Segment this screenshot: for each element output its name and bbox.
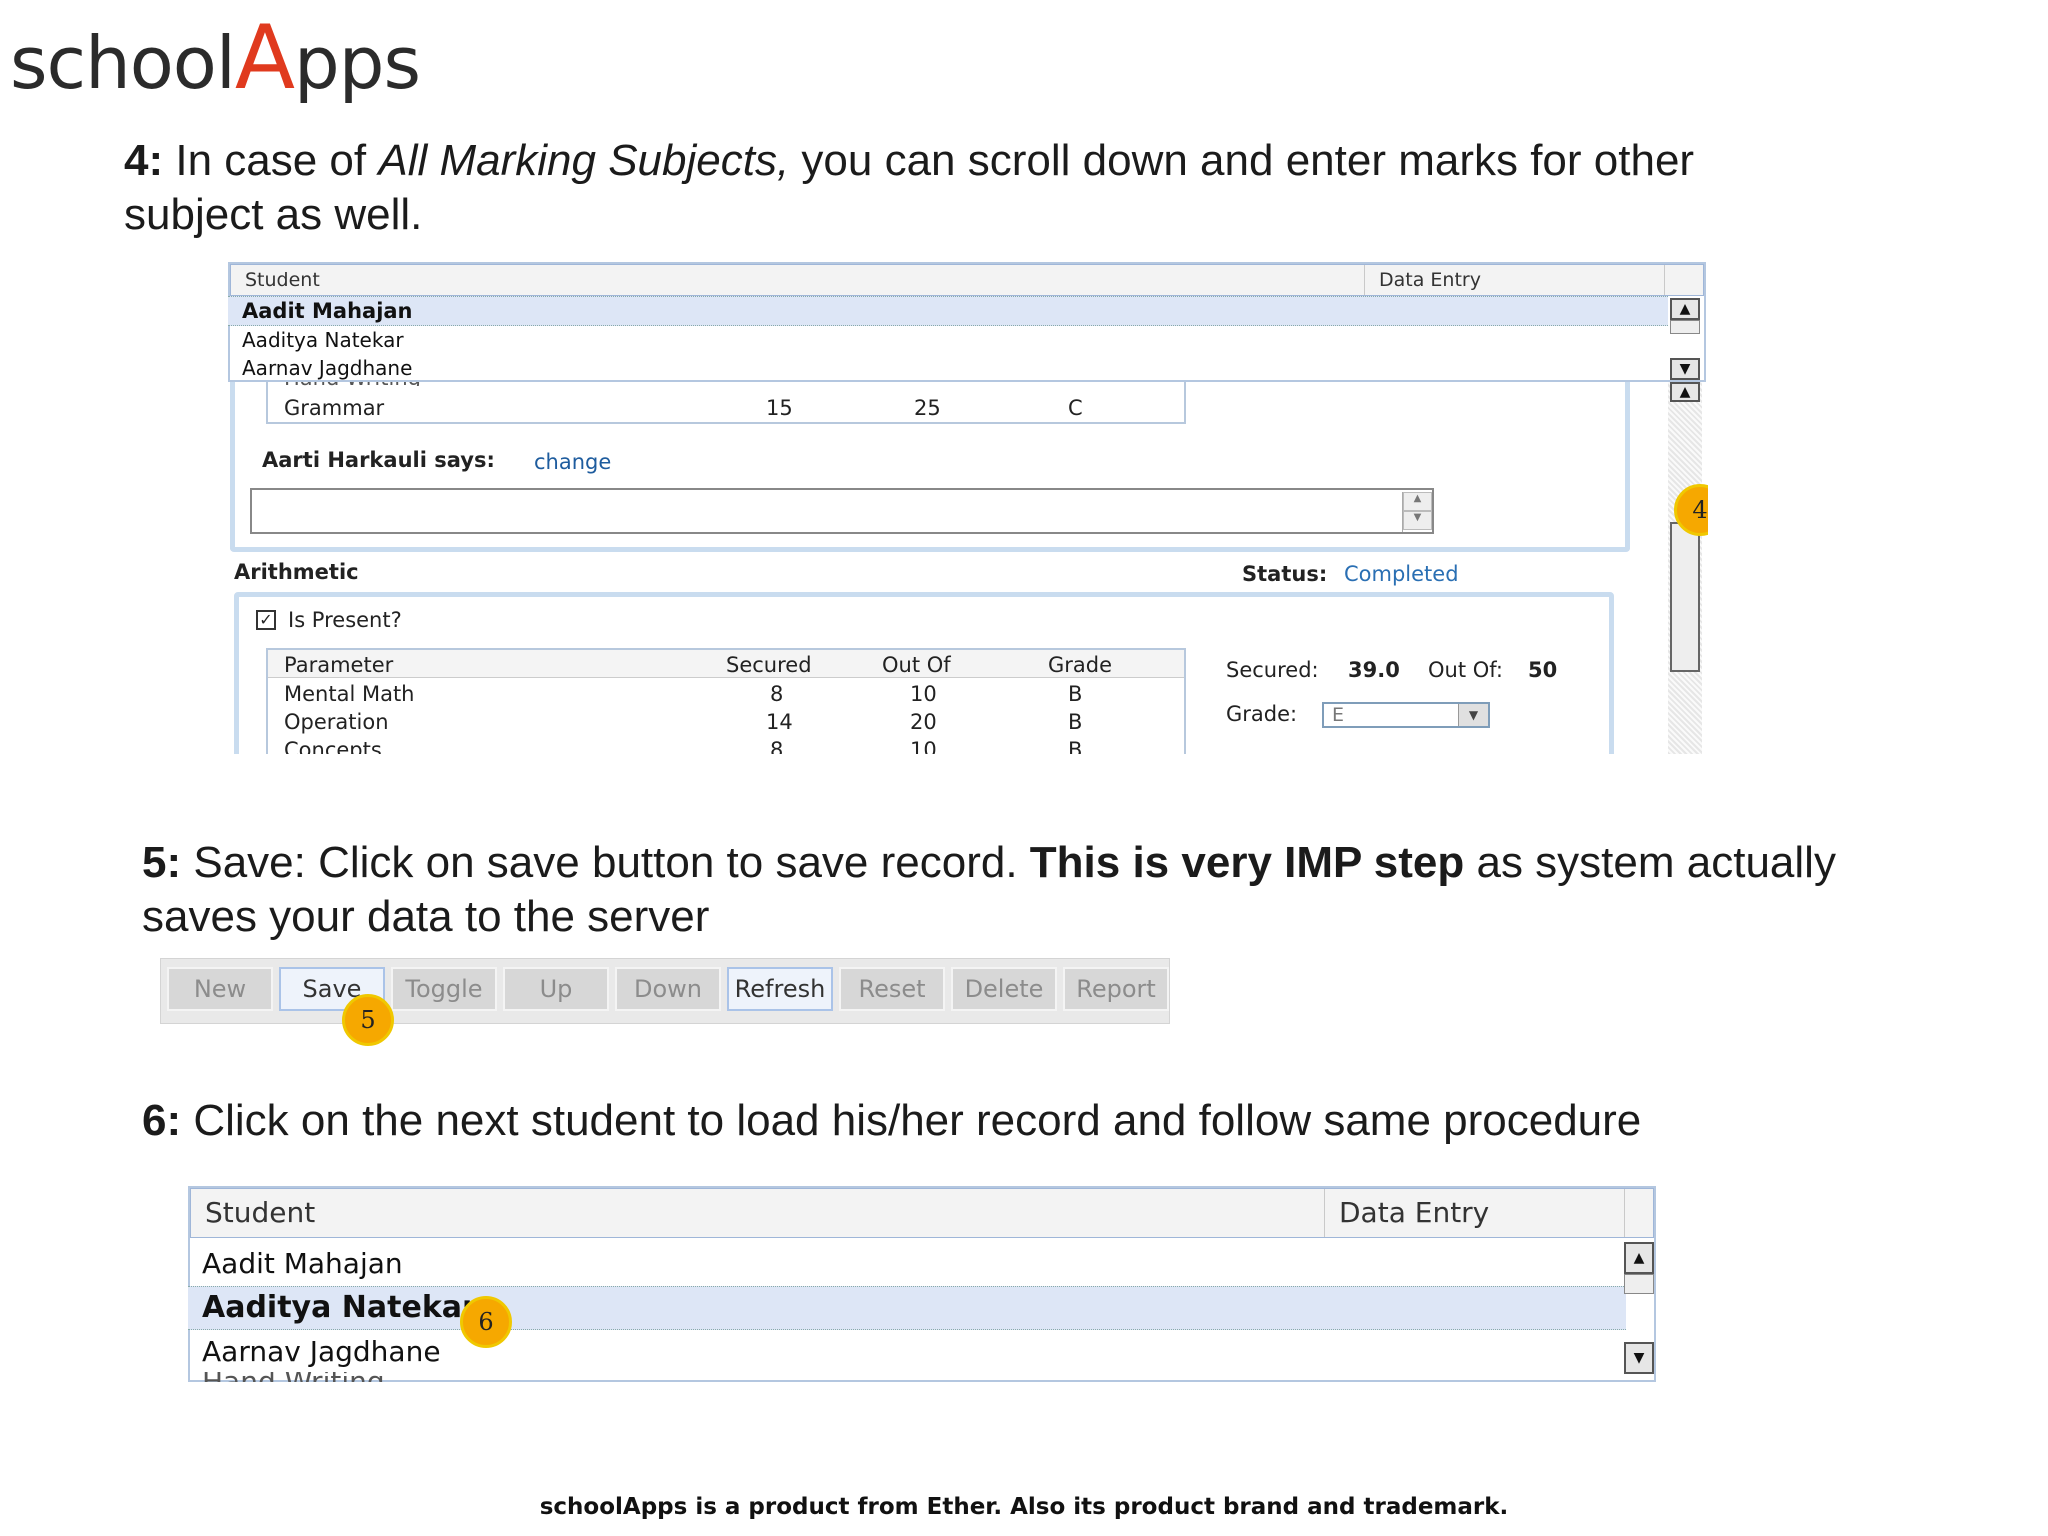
refresh-button[interactable]: Refresh (727, 967, 833, 1011)
delete-button[interactable]: Delete (951, 967, 1057, 1011)
col-data-entry[interactable]: Data Entry (1325, 1189, 1625, 1237)
grammar-grade: C (1068, 396, 1083, 420)
grade-select-value: E (1332, 704, 1345, 726)
col-grade: Grade (1048, 653, 1113, 677)
step-4-text: 4: In case of All Marking Subjects, you … (124, 136, 1695, 239)
row-secured: 8 (770, 682, 784, 706)
reset-button[interactable]: Reset (839, 967, 945, 1011)
student-row-selected[interactable]: Aadit Mahajan (228, 296, 1668, 326)
new-button[interactable]: New (167, 967, 273, 1011)
is-present-label: Is Present? (288, 608, 402, 632)
arithmetic-table: Parameter Secured Out Of Grade Mental Ma… (266, 648, 1186, 754)
chevron-down-icon[interactable]: ▼ (1458, 704, 1488, 726)
down-button[interactable]: Down (615, 967, 721, 1011)
row-grade: B (1068, 710, 1083, 734)
summary-secured-label: Secured: (1226, 658, 1319, 682)
col-secured: Secured (726, 653, 812, 677)
list-scroll-thumb[interactable] (1624, 1274, 1654, 1294)
row-param: Concepts (284, 738, 382, 754)
scroll-down-icon[interactable]: ▼ (1403, 511, 1432, 530)
col-data-entry[interactable]: Data Entry (1365, 265, 1665, 295)
student-row[interactable]: Aarnav Jagdhane (228, 354, 412, 382)
student-row-selected[interactable]: Aaditya Natekar (188, 1286, 1626, 1330)
page-scroll-up-icon[interactable]: ▲ (1670, 382, 1700, 402)
step-5-text: 5: Save: Click on save button to save re… (142, 838, 1836, 941)
toggle-button[interactable]: Toggle (391, 967, 497, 1011)
step-5-badge: 5 (342, 994, 394, 1046)
record-toolbar: New Save Toggle Up Down Refresh Reset De… (160, 958, 1170, 1024)
status-value: Completed (1344, 562, 1459, 586)
grammar-out-of: 25 (914, 396, 941, 420)
comment-author: Aarti Harkauli says: (262, 448, 495, 472)
grammar-param: Grammar (284, 396, 385, 420)
list-scroll-up-icon[interactable]: ▲ (1624, 1242, 1654, 1274)
summary-out-of-value: 50 (1528, 658, 1558, 682)
step-6-text: 6: Click on the next student to load his… (142, 1096, 1642, 1145)
report-button[interactable]: Report (1063, 967, 1169, 1011)
status-label: Status: (1242, 562, 1328, 586)
scroll-up-icon[interactable]: ▲ (1403, 492, 1432, 511)
row-param: Mental Math (284, 682, 415, 706)
comment-textarea[interactable]: ▲ ▼ (250, 488, 1434, 534)
student-row[interactable]: Aadit Mahajan (188, 1242, 403, 1286)
summary-out-of-label: Out Of: (1428, 658, 1503, 682)
grammar-secured: 15 (766, 396, 793, 420)
list-scroll-up-icon[interactable]: ▲ (1670, 298, 1700, 320)
row-out-of: 20 (910, 710, 937, 734)
page-scrollbar-thumb[interactable] (1670, 522, 1700, 672)
clipped-row: Hand Writing (188, 1372, 385, 1382)
subject-title: Arithmetic (234, 560, 359, 584)
textarea-scrollbar[interactable]: ▲ ▼ (1402, 492, 1432, 532)
col-student[interactable]: Student (191, 1189, 1325, 1237)
student-grid-header: Student Data Entry (230, 264, 1704, 296)
up-button[interactable]: Up (503, 967, 609, 1011)
change-link[interactable]: change (534, 450, 611, 474)
summary-secured-value: 39.0 (1348, 658, 1400, 682)
row-grade: B (1068, 682, 1083, 706)
marks-entry-screenshot: Grammar 15 25 C Hand Writing Aarti Harka… (228, 262, 1708, 754)
student-row[interactable]: Aaditya Natekar (228, 326, 404, 354)
row-secured: 8 (770, 738, 784, 754)
list-scroll-down-icon[interactable]: ▼ (1670, 358, 1700, 380)
row-param: Operation (284, 710, 389, 734)
col-parameter: Parameter (284, 653, 394, 677)
footer-text: schoolApps is a product from Ether. Also… (539, 1494, 1509, 1520)
student-grid-header: Student Data Entry (190, 1188, 1654, 1238)
row-out-of: 10 (910, 738, 937, 754)
is-present-checkbox[interactable]: ✓ (256, 610, 276, 630)
grade-select[interactable]: E ▼ (1322, 702, 1490, 728)
student-list-screenshot: Student Data Entry Aadit Mahajan Aaditya… (188, 1186, 1658, 1382)
row-secured: 14 (766, 710, 793, 734)
row-out-of: 10 (910, 682, 937, 706)
student-row[interactable]: Aarnav Jagdhane (188, 1330, 441, 1374)
summary-grade-label: Grade: (1226, 702, 1298, 726)
row-grade: B (1068, 738, 1083, 754)
schoolapps-logo: schoolApps (10, 6, 421, 109)
col-student[interactable]: Student (231, 265, 1365, 295)
list-scroll-down-icon[interactable]: ▼ (1624, 1342, 1654, 1374)
list-scroll-thumb[interactable] (1670, 320, 1700, 334)
col-out-of: Out Of (882, 653, 951, 677)
step-6-badge: 6 (460, 1296, 512, 1348)
